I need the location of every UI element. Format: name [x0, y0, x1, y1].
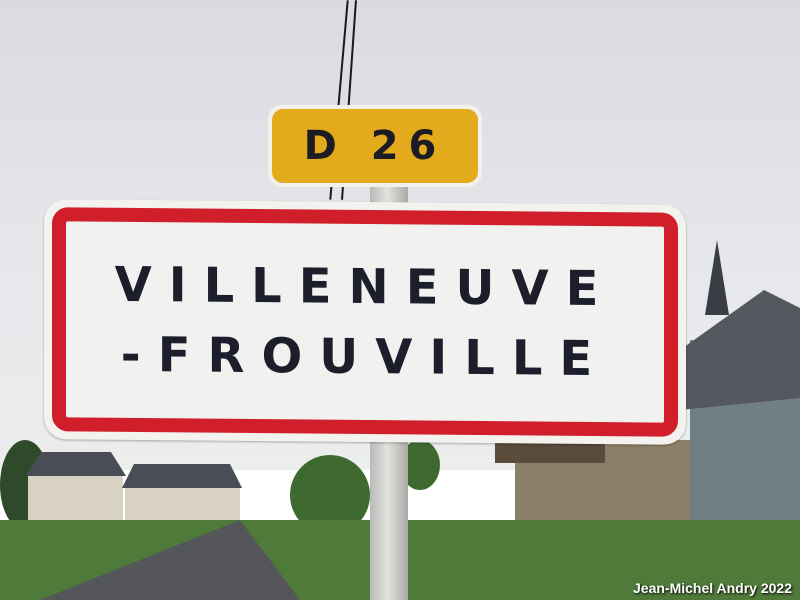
photo-credit: Jean-Michel Andry 2022 — [633, 580, 792, 596]
town-name-line-2: -FROUVILLE — [120, 326, 610, 388]
route-sign: D 26 — [268, 105, 482, 187]
photo-scene: D 26 VILLENEUVE -FROUVILLE Jean-Michel A… — [0, 0, 800, 600]
town-entry-sign: VILLENEUVE -FROUVILLE — [44, 199, 686, 445]
road — [40, 520, 300, 600]
house-roof — [122, 464, 242, 488]
town-name-line-1: VILLENEUVE — [114, 256, 616, 318]
house — [28, 472, 123, 520]
house — [125, 484, 240, 520]
church-steeple — [705, 240, 729, 315]
route-sign-text: D 26 — [272, 109, 478, 183]
town-sign-border: VILLENEUVE -FROUVILLE — [52, 207, 678, 437]
house-roof — [26, 452, 126, 476]
